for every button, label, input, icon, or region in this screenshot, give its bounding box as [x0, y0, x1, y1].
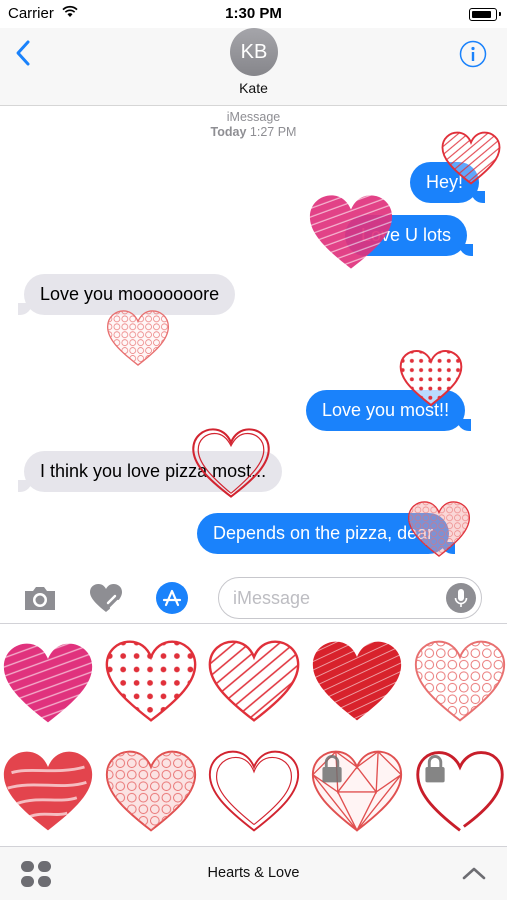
back-chevron-icon[interactable] — [12, 38, 36, 68]
polka-dot-heart-icon[interactable] — [103, 633, 199, 729]
outline-heart-icon[interactable] — [206, 743, 302, 839]
pink-scribble-heart-icon[interactable] — [0, 635, 96, 731]
geometric-heart-icon[interactable] — [309, 743, 405, 839]
service-label: iMessage — [226, 110, 281, 124]
red-scribble-heart-icon[interactable] — [309, 633, 405, 729]
camera-icon[interactable] — [22, 581, 58, 615]
imessage-field — [218, 577, 482, 619]
striped-heart-sticker-icon[interactable] — [440, 128, 502, 188]
open-heart-icon[interactable] — [412, 743, 507, 839]
timestamp-time: 1:27 PM — [249, 125, 297, 139]
chevron-up-icon[interactable] — [461, 863, 487, 883]
polka-dot-heart-sticker-icon[interactable] — [398, 347, 464, 409]
pink-scribble-heart-sticker-icon[interactable] — [303, 190, 399, 274]
imessage-input[interactable] — [233, 578, 433, 618]
lace-heart-icon[interactable] — [412, 633, 507, 729]
microphone-icon — [454, 589, 468, 607]
lock-icon — [425, 755, 445, 783]
red-brush-heart-icon[interactable] — [0, 743, 96, 839]
contact-name[interactable]: Kate — [0, 80, 507, 96]
info-icon[interactable] — [459, 40, 487, 68]
sticker-drawer — [0, 625, 507, 845]
timestamp-day: Today — [210, 125, 247, 139]
battery-icon — [469, 8, 501, 21]
status-bar: Carrier 1:30 PM — [0, 0, 507, 28]
clock: 1:30 PM — [225, 5, 282, 22]
crayon-heart-icon[interactable] — [103, 743, 199, 839]
conversation-header: KB Kate — [0, 28, 507, 106]
message-input-bar — [0, 572, 507, 624]
striped-heart-icon[interactable] — [206, 633, 302, 729]
outline-heart-sticker-icon[interactable] — [190, 420, 272, 506]
app-drawer-bar: Hearts & Love — [0, 846, 507, 900]
sticker-pack-title: Hearts & Love — [207, 865, 300, 881]
crayon-heart-sticker-icon[interactable] — [404, 498, 474, 560]
app-store-icon[interactable] — [154, 581, 190, 615]
digital-touch-heart-icon[interactable] — [88, 581, 124, 615]
contact-avatar[interactable]: KB — [230, 28, 278, 76]
lace-heart-sticker-icon[interactable] — [105, 306, 171, 370]
microphone-button[interactable] — [446, 583, 476, 613]
message-timestamp: Today 1:27 PM — [0, 125, 507, 139]
